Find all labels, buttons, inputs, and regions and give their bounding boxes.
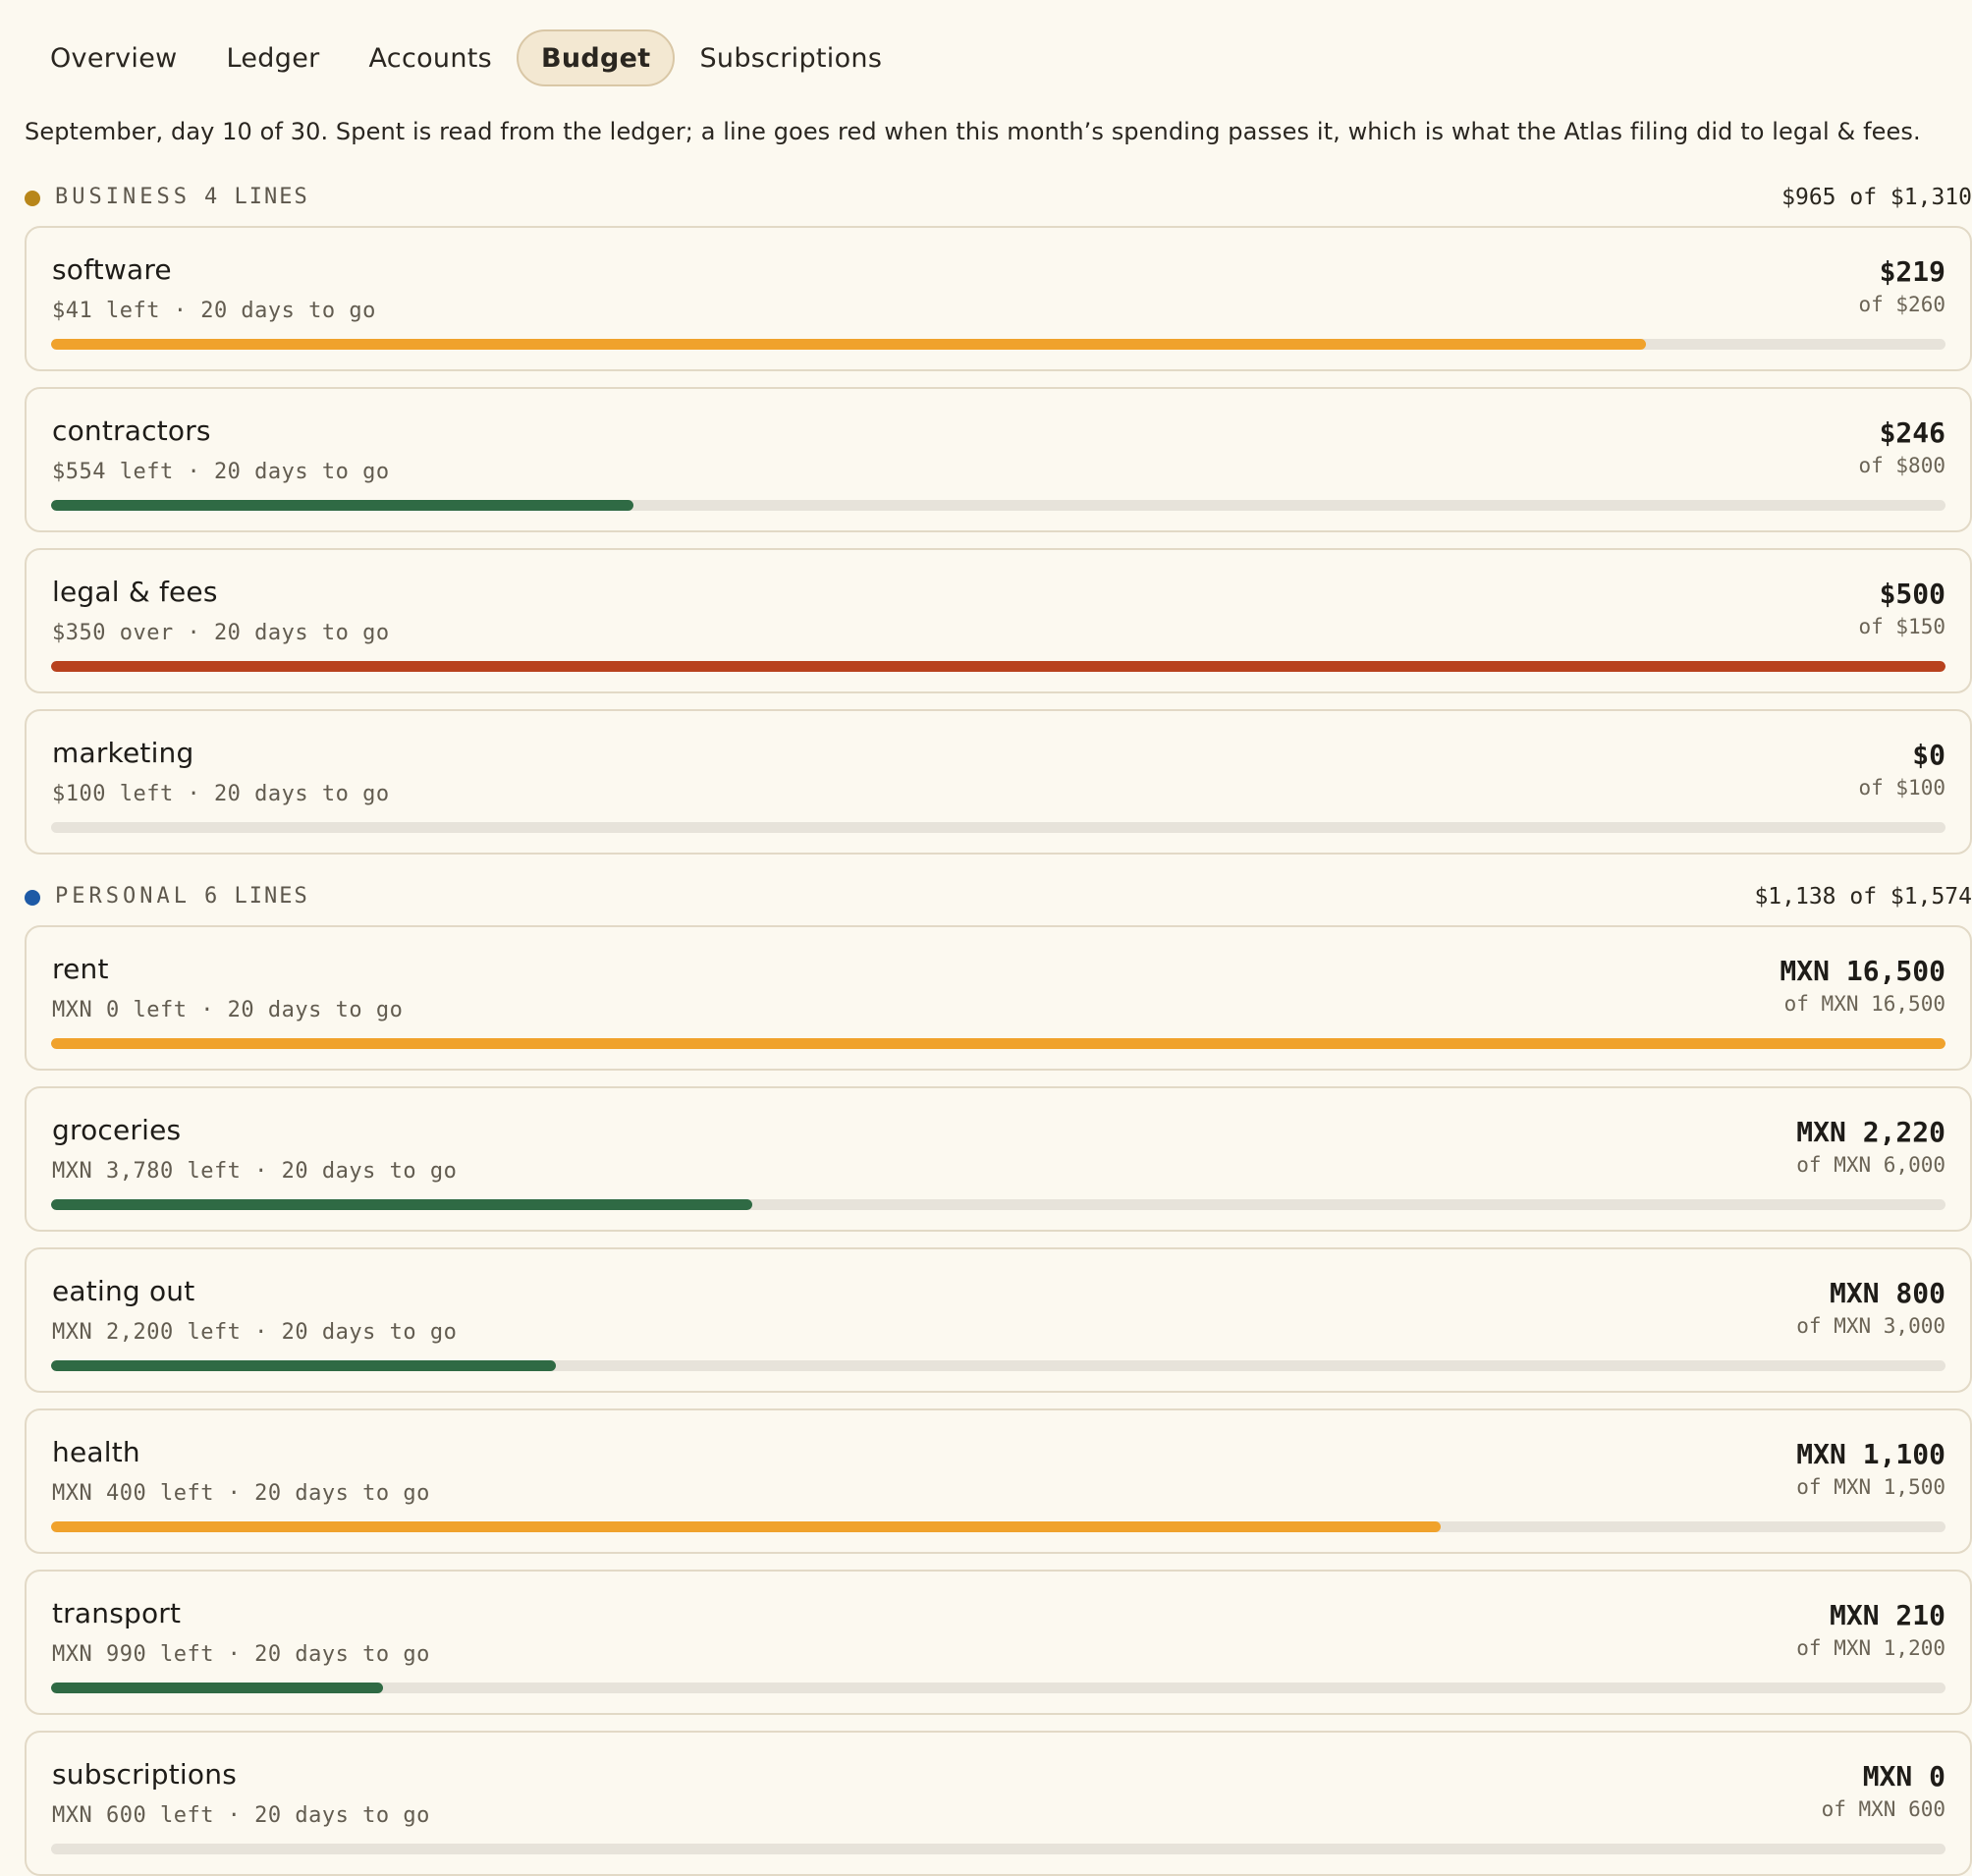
budget-line-limit: of MXN 600 <box>1821 1797 1945 1821</box>
budget-line-card[interactable]: subscriptions MXN 600 left · 20 days to g… <box>25 1731 1972 1876</box>
budget-line-limit: of MXN 16,500 <box>1783 992 1945 1016</box>
budget-line-limit: of MXN 1,500 <box>1796 1475 1945 1499</box>
group-header-business: BUSINESS 4 LINES $965 of $1,310 <box>25 183 1972 212</box>
budget-line-spent: MXN 210 <box>1829 1599 1945 1631</box>
group-line-count: 6 LINES <box>203 884 309 909</box>
budget-progress-track <box>51 1199 1945 1210</box>
budget-progress-track <box>51 661 1945 672</box>
budget-line-card[interactable]: groceries MXN 3,780 left · 20 days to go M… <box>25 1086 1972 1232</box>
budget-line-spent: $500 <box>1879 578 1945 610</box>
budget-progress-fill <box>51 1683 383 1693</box>
tab-budget[interactable]: Budget <box>516 29 676 86</box>
budget-line-spent: MXN 1,100 <box>1796 1438 1945 1470</box>
budget-line-card[interactable]: transport MXN 990 left · 20 days to go MXN… <box>25 1570 1972 1715</box>
budget-line-spent: MXN 0 <box>1862 1760 1945 1793</box>
budget-line-card[interactable]: health MXN 400 left · 20 days to go MXN 1,… <box>25 1408 1972 1554</box>
budget-line-status: $350 over · 20 days to go <box>52 621 390 645</box>
main-tabs: Overview Ledger Accounts Budget Subscrip… <box>27 29 906 86</box>
budget-line-spent: MXN 800 <box>1829 1277 1945 1309</box>
budget-progress-fill <box>51 1521 1441 1532</box>
group-header-personal: PERSONAL 6 LINES $1,138 of $1,574 <box>25 882 1972 911</box>
budget-line-limit: of $260 <box>1858 293 1945 316</box>
budget-line-name: eating out <box>52 1275 195 1307</box>
budget-progress-fill <box>51 339 1647 350</box>
budget-line-spent: $0 <box>1912 739 1945 771</box>
budget-line-name: marketing <box>52 737 194 769</box>
budget-progress-track <box>51 1038 1945 1049</box>
budget-line-card[interactable]: contractors $554 left · 20 days to go $246… <box>25 387 1972 532</box>
budget-line-limit: of $150 <box>1858 615 1945 638</box>
budget-progress-fill <box>51 661 1945 672</box>
budget-line-spent: MXN 2,220 <box>1796 1116 1945 1148</box>
budget-line-status: MXN 0 left · 20 days to go <box>52 998 404 1022</box>
budget-progress-track <box>51 1360 1945 1371</box>
budget-line-limit: of $100 <box>1858 776 1945 800</box>
budget-progress-track <box>51 1683 1945 1693</box>
budget-line-limit: of MXN 1,200 <box>1796 1636 1945 1660</box>
budget-line-name: groceries <box>52 1114 182 1146</box>
budget-line-name: transport <box>52 1597 182 1629</box>
budget-line-status: MXN 2,200 left · 20 days to go <box>52 1320 458 1345</box>
budget-line-name: legal & fees <box>52 576 218 608</box>
tab-subscriptions[interactable]: Subscriptions <box>675 29 906 86</box>
budget-progress-track <box>51 822 1945 833</box>
group-name: BUSINESS 4 LINES <box>55 185 309 209</box>
group-total: $965 of $1,310 <box>1781 185 1972 210</box>
group-name: PERSONAL 6 LINES <box>55 884 309 909</box>
budget-line-spent: $219 <box>1879 255 1945 288</box>
group-dot-icon <box>25 191 40 206</box>
budget-line-status: $554 left · 20 days to go <box>52 460 390 484</box>
group-dot-icon <box>25 890 40 906</box>
budget-line-card[interactable]: software $41 left · 20 days to go $219 of $… <box>25 226 1972 371</box>
budget-line-spent: MXN 16,500 <box>1780 955 1945 987</box>
group-total: $1,138 of $1,574 <box>1754 884 1972 910</box>
budget-line-status: $100 left · 20 days to go <box>52 782 390 806</box>
budget-progress-fill <box>51 1360 557 1371</box>
budget-line-spent: $246 <box>1879 416 1945 449</box>
group-line-count: 4 LINES <box>203 185 309 209</box>
budget-line-limit: of MXN 6,000 <box>1796 1153 1945 1177</box>
budget-line-card[interactable]: eating out MXN 2,200 left · 20 days to go… <box>25 1247 1972 1393</box>
budget-intro-text: September, day 10 of 30. Spent is read f… <box>25 118 1921 145</box>
budget-line-card[interactable]: marketing $100 left · 20 days to go $0 of $… <box>25 709 1972 855</box>
budget-line-name: health <box>52 1436 140 1468</box>
budget-progress-track <box>51 1521 1945 1532</box>
tab-ledger[interactable]: Ledger <box>202 29 345 86</box>
budget-progress-fill <box>51 500 634 511</box>
budget-progress-fill <box>51 1038 1945 1049</box>
budget-progress-track <box>51 339 1945 350</box>
budget-progress-track <box>51 500 1945 511</box>
budget-line-name: software <box>52 253 172 286</box>
budget-line-status: $41 left · 20 days to go <box>52 299 376 323</box>
budget-progress-track <box>51 1844 1945 1854</box>
budget-line-status: MXN 3,780 left · 20 days to go <box>52 1159 458 1184</box>
budget-line-limit: of $800 <box>1858 454 1945 477</box>
budget-line-name: rent <box>52 953 109 985</box>
budget-line-name: contractors <box>52 414 211 447</box>
budget-progress-fill <box>51 1199 752 1210</box>
budget-line-status: MXN 990 left · 20 days to go <box>52 1642 430 1667</box>
budget-line-name: subscriptions <box>52 1758 237 1791</box>
budget-line-status: MXN 400 left · 20 days to go <box>52 1481 430 1506</box>
tab-accounts[interactable]: Accounts <box>345 29 517 86</box>
budget-line-status: MXN 600 left · 20 days to go <box>52 1803 430 1828</box>
tab-overview[interactable]: Overview <box>27 29 202 86</box>
budget-line-card[interactable]: rent MXN 0 left · 20 days to go MXN 16,500… <box>25 925 1972 1071</box>
budget-line-limit: of MXN 3,000 <box>1796 1314 1945 1338</box>
budget-line-card[interactable]: legal & fees $350 over · 20 days to go $50… <box>25 548 1972 693</box>
